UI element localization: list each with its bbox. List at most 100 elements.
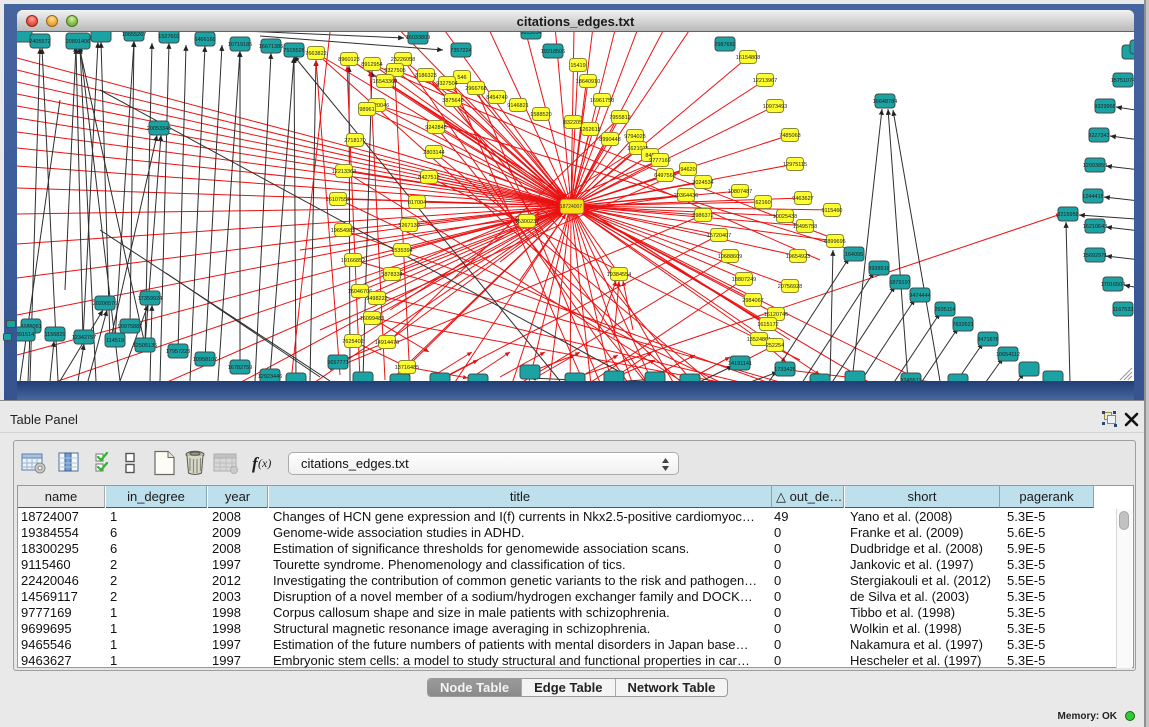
svg-text:8471676: 8471676: [977, 337, 998, 343]
svg-text:12213967: 12213967: [753, 78, 777, 84]
svg-text:8454749: 8454749: [486, 95, 507, 101]
svg-text:20206576: 20206576: [93, 301, 117, 307]
svg-text:6466160: 6466160: [194, 37, 215, 43]
svg-text:9463627: 9463627: [792, 196, 813, 202]
svg-text:15300237: 15300237: [515, 219, 539, 225]
svg-text:8938918: 8938918: [868, 266, 889, 272]
svg-text:12505135: 12505135: [133, 343, 157, 349]
svg-text:12093853: 12093853: [1083, 163, 1107, 169]
svg-text:164095: 164095: [845, 252, 863, 258]
svg-text:2984067: 2984067: [742, 298, 763, 304]
svg-text:12342757: 12342757: [72, 335, 96, 341]
svg-text:391514: 391514: [17, 332, 34, 338]
svg-text:1588520: 1588520: [530, 112, 551, 118]
svg-text:90975887: 90975887: [118, 324, 142, 330]
svg-text:15720407: 15720407: [707, 233, 731, 239]
svg-text:1527602: 1527602: [158, 34, 179, 40]
svg-text:62160: 62160: [755, 200, 770, 206]
svg-text:10973493: 10973493: [763, 104, 787, 110]
svg-text:1535394: 1535394: [391, 248, 412, 254]
svg-text:16648784: 16648784: [873, 99, 897, 105]
svg-text:7357224: 7357224: [450, 48, 471, 54]
svg-text:20756928: 20756928: [778, 284, 802, 290]
svg-text:10719185: 10719185: [228, 42, 252, 48]
svg-text:7632621: 7632621: [952, 322, 973, 328]
svg-text:3875645: 3875645: [442, 98, 463, 104]
svg-text:15692971: 15692971: [1083, 253, 1107, 259]
svg-text:114519: 114519: [106, 338, 124, 344]
svg-text:9327505: 9327505: [384, 68, 405, 74]
svg-text:2966760: 2966760: [465, 86, 486, 92]
svg-text:12923446: 12923446: [258, 374, 282, 380]
svg-text:20053346: 20053346: [147, 126, 171, 132]
svg-text:9245612: 9245612: [900, 378, 921, 381]
svg-text:19654983: 19654983: [331, 228, 355, 234]
svg-text:19654923: 19654923: [786, 254, 810, 260]
svg-text:7485063: 7485063: [779, 133, 800, 139]
svg-text:18807249: 18807249: [732, 277, 756, 283]
svg-text:2803144: 2803144: [423, 150, 444, 156]
svg-text:2935114: 2935114: [934, 307, 955, 313]
svg-text:6879197: 6879197: [889, 280, 910, 286]
svg-text:10958107: 10958107: [193, 357, 217, 363]
svg-text:6899695: 6899695: [824, 239, 845, 245]
svg-text:2718170: 2718170: [344, 138, 365, 144]
svg-text:9474444: 9474444: [909, 293, 930, 299]
svg-text:8186323: 8186323: [415, 73, 436, 79]
svg-text:13716485: 13716485: [395, 365, 419, 371]
svg-text:2986372: 2986372: [692, 213, 713, 219]
svg-text:9329966: 9329966: [1094, 104, 1115, 110]
svg-text:15751074: 15751074: [1111, 78, 1134, 84]
svg-text:9777169: 9777169: [649, 158, 670, 164]
svg-text:817004: 817004: [408, 200, 426, 206]
svg-text:16782759: 16782759: [228, 365, 252, 371]
svg-text:9794028: 9794028: [624, 134, 645, 140]
svg-text:3267130: 3267130: [398, 223, 419, 229]
svg-text:18640910: 18640910: [576, 79, 600, 85]
svg-text:5878334: 5878334: [381, 272, 402, 278]
svg-text:19218506: 19218506: [541, 49, 565, 55]
svg-text:9498222: 9498222: [366, 296, 387, 302]
svg-text:16099483: 16099483: [360, 316, 384, 322]
svg-text:1615172: 1615172: [757, 322, 778, 328]
svg-text:16033809: 16033809: [406, 35, 430, 41]
svg-text:17957223: 17957223: [166, 349, 190, 355]
svg-text:13495758: 13495758: [793, 224, 817, 230]
svg-text:19166852: 19166852: [341, 258, 365, 264]
svg-text:9657771: 9657771: [327, 360, 348, 366]
svg-text:9227343: 9227343: [1088, 133, 1109, 139]
svg-text:6497568: 6497568: [654, 173, 675, 179]
svg-text:(x): (x): [258, 456, 271, 470]
svg-text:16154808: 16154808: [736, 55, 760, 61]
svg-text:1167533: 1167533: [1112, 307, 1133, 313]
svg-text:9242845: 9242845: [425, 125, 446, 131]
svg-text:16671385: 16671385: [259, 44, 283, 50]
svg-text:9115460: 9115460: [821, 208, 842, 214]
svg-text:12975115: 12975115: [783, 162, 807, 168]
svg-text:18724007: 18724007: [560, 204, 582, 210]
svg-text:2987682: 2987682: [714, 42, 735, 48]
svg-text:10654112: 10654112: [996, 352, 1020, 358]
svg-text:16543362: 16543362: [373, 79, 397, 85]
svg-text:2405572: 2405572: [29, 39, 50, 45]
svg-text:23226058: 23226058: [391, 57, 415, 63]
svg-text:98961: 98961: [359, 107, 374, 113]
svg-text:20891406: 20891406: [66, 39, 90, 45]
svg-text:10025438: 10025438: [773, 214, 797, 220]
svg-text:7515526: 7515526: [283, 48, 304, 54]
svg-text:7955812: 7955812: [609, 115, 630, 121]
svg-text:17016504: 17016504: [1101, 282, 1125, 288]
svg-text:12213363: 12213363: [332, 169, 356, 175]
svg-text:8990448: 8990448: [599, 137, 620, 143]
svg-text:14191141: 14191141: [728, 361, 752, 367]
svg-text:20364436: 20364436: [674, 193, 698, 199]
svg-text:8960123: 8960123: [338, 57, 359, 63]
svg-text:546: 546: [457, 75, 466, 81]
svg-text:832205: 832205: [564, 120, 582, 126]
svg-text:8813054: 8813054: [520, 32, 541, 36]
svg-text:3024534: 3024534: [692, 180, 713, 186]
svg-text:10807487: 10807487: [728, 189, 752, 195]
svg-text:8427512: 8427512: [418, 175, 439, 181]
svg-text:19384554: 19384554: [607, 272, 631, 278]
svg-text:252254: 252254: [766, 343, 784, 349]
